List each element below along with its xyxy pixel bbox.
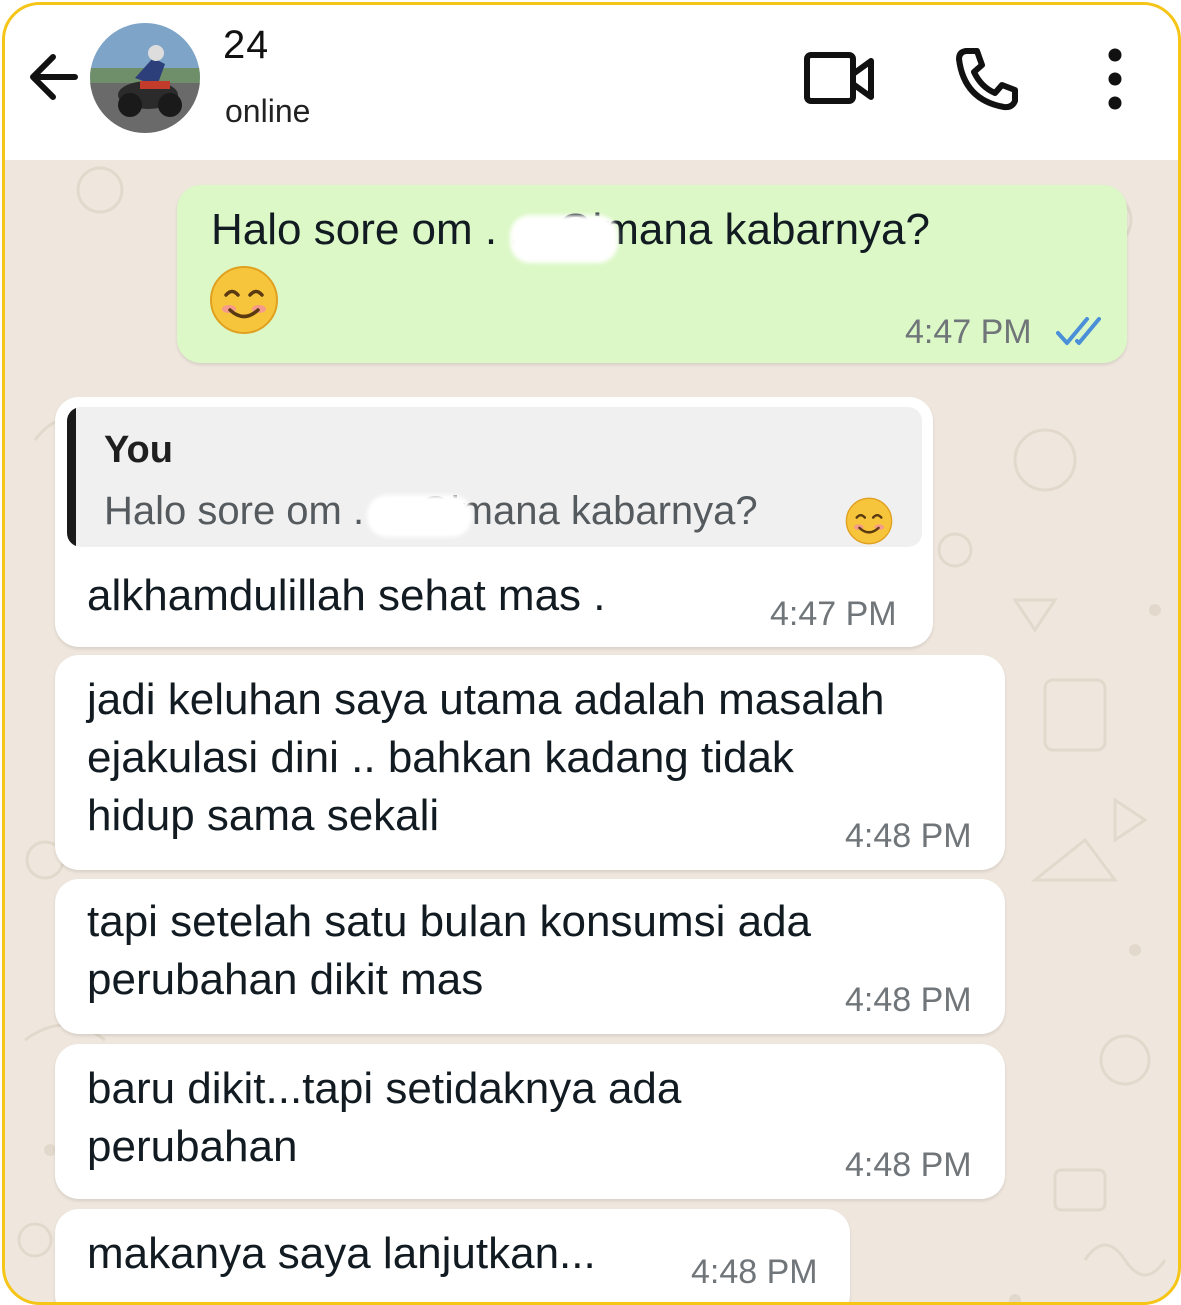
quoted-reply[interactable]: You Halo sore om . . . Gimana kabarnya? — [67, 407, 922, 547]
message-time: 4:48 PM — [845, 817, 972, 855]
message-line: perubahan — [87, 1122, 298, 1171]
more-options-button[interactable] — [1095, 45, 1135, 113]
message-time: 4:48 PM — [845, 1146, 972, 1184]
message-line: baru dikit...tapi setidaknya ada — [87, 1064, 682, 1113]
smiling-face-icon — [210, 266, 278, 334]
quote-accent-bar — [67, 407, 76, 547]
message-text: baru dikit...tapi setidaknya ada perubah… — [87, 1060, 681, 1176]
presence-status: online — [225, 93, 311, 129]
message-text: makanya saya lanjutkan... — [87, 1229, 596, 1278]
message-time: 4:48 PM — [845, 981, 972, 1019]
smiling-face-icon — [845, 497, 893, 545]
chat-window: 2412 online Halo sore om . . . Gimana ka… — [2, 2, 1181, 1305]
back-arrow-icon — [30, 54, 78, 100]
message-line: hidup sama sekali — [87, 791, 440, 840]
incoming-message[interactable]: makanya saya lanjutkan... 4:48 PM — [55, 1209, 850, 1302]
message-line: jadi keluhan saya utama adalah masalah — [87, 675, 885, 724]
avatar[interactable] — [90, 23, 200, 133]
message-text: alkhamdulillah sehat mas . — [87, 571, 606, 620]
message-time: 4:47 PM — [770, 595, 897, 633]
redaction-mask — [510, 215, 618, 263]
message-text: jadi keluhan saya utama adalah masalah e… — [87, 671, 884, 845]
message-line: ejakulasi dini .. bahkan kadang tidak — [87, 733, 794, 782]
read-receipt-icon — [1056, 317, 1101, 345]
video-call-icon — [804, 52, 874, 104]
quote-author: You — [104, 429, 173, 471]
incoming-message[interactable]: baru dikit...tapi setidaknya ada perubah… — [55, 1044, 1005, 1199]
avatar-photo — [90, 23, 200, 133]
message-time: 4:47 PM — [905, 313, 1032, 351]
message-time: 4:48 PM — [691, 1253, 818, 1291]
back-button[interactable] — [25, 45, 85, 109]
outgoing-message[interactable]: Halo sore om . . . Gimana kabarnya? 4:47… — [177, 185, 1127, 363]
redaction-mask — [367, 495, 472, 537]
incoming-message[interactable]: jadi keluhan saya utama adalah masalah e… — [55, 655, 1005, 870]
incoming-message[interactable]: You Halo sore om . . . Gimana kabarnya? … — [55, 397, 933, 647]
chat-header: 2412 online — [5, 5, 1178, 160]
redaction-mask — [267, 25, 752, 75]
message-line: perubahan dikit mas — [87, 955, 484, 1004]
message-text: tapi setelah satu bulan konsumsi ada per… — [87, 893, 811, 1009]
video-call-button[interactable] — [800, 47, 878, 111]
message-line: tapi setelah satu bulan konsumsi ada — [87, 897, 812, 946]
voice-call-button[interactable] — [950, 45, 1025, 113]
more-options-icon — [1108, 48, 1122, 110]
incoming-message[interactable]: tapi setelah satu bulan konsumsi ada per… — [55, 879, 1005, 1034]
phone-call-icon — [956, 48, 1018, 111]
